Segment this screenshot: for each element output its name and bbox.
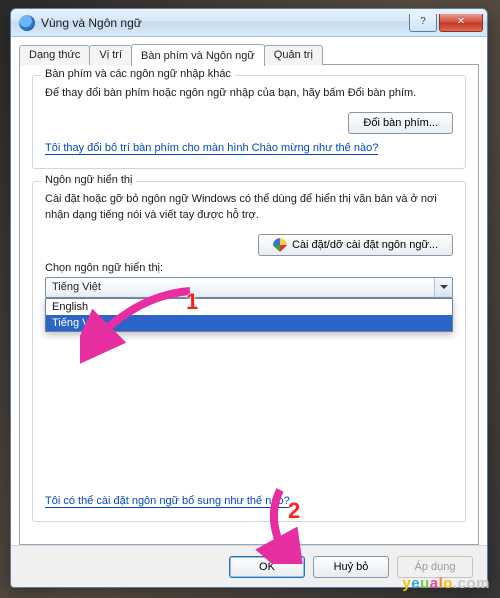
shield-icon — [273, 238, 287, 252]
choose-display-language-label: Chọn ngôn ngữ hiển thị: — [45, 262, 453, 274]
install-uninstall-label: Cài đặt/dỡ cài đặt ngôn ngữ... — [292, 239, 438, 251]
apply-button: Áp dụng — [397, 556, 473, 578]
tab-formats[interactable]: Dạng thức — [19, 45, 90, 65]
install-additional-languages-link[interactable]: Tôi có thể cài đặt ngôn ngữ bổ sung như … — [45, 495, 290, 508]
group-display-desc: Cài đặt hoặc gỡ bỏ ngôn ngữ Windows có t… — [45, 192, 453, 224]
region-language-dialog: Vùng và Ngôn ngữ ? ✕ Dạng thức Vị trí Bà… — [10, 8, 488, 588]
tab-location[interactable]: Vị trí — [89, 45, 132, 65]
display-language-dropdown: English Tiếng Việt — [45, 298, 453, 332]
group-keyboards-desc: Để thay đổi bàn phím hoặc ngôn ngữ nhập … — [45, 86, 453, 102]
group-keyboards-title: Bàn phím và các ngôn ngữ nhập khác — [41, 68, 235, 80]
keyboard-layout-help-link[interactable]: Tôi thay đổi bố trí bàn phím cho màn hìn… — [45, 142, 378, 155]
close-button[interactable]: ✕ — [439, 14, 483, 32]
window-title: Vùng và Ngôn ngữ — [41, 16, 407, 30]
titlebar[interactable]: Vùng và Ngôn ngữ ? ✕ — [11, 9, 487, 37]
group-display-title: Ngôn ngữ hiển thị — [41, 174, 136, 186]
change-keyboards-button[interactable]: Đổi bàn phím... — [348, 112, 453, 134]
install-uninstall-languages-button[interactable]: Cài đặt/dỡ cài đặt ngôn ngữ... — [258, 234, 453, 256]
ok-button[interactable]: OK — [229, 556, 305, 578]
tab-body: Bàn phím và các ngôn ngữ nhập khác Để th… — [19, 64, 479, 545]
display-language-combo[interactable]: Tiếng Việt English Tiếng Việt — [45, 277, 453, 298]
client-area: Dạng thức Vị trí Bàn phím và Ngôn ngữ Qu… — [11, 37, 487, 545]
help-button[interactable]: ? — [409, 14, 437, 32]
dropdown-item-english[interactable]: English — [46, 299, 452, 315]
tabstrip: Dạng thức Vị trí Bàn phím và Ngôn ngữ Qu… — [19, 43, 479, 65]
chevron-down-icon[interactable] — [434, 278, 452, 297]
cancel-button[interactable]: Huỷ bỏ — [313, 556, 389, 578]
group-keyboards: Bàn phím và các ngôn ngữ nhập khác Để th… — [32, 75, 466, 169]
window-buttons: ? ✕ — [407, 14, 483, 32]
group-display-language: Ngôn ngữ hiển thị Cài đặt hoặc gỡ bỏ ngô… — [32, 181, 466, 522]
globe-icon — [19, 15, 35, 31]
dialog-button-bar: OK Huỷ bỏ Áp dụng — [11, 545, 487, 587]
tab-keyboards-languages[interactable]: Bàn phím và Ngôn ngữ — [131, 44, 265, 66]
tab-administrative[interactable]: Quản trị — [264, 45, 323, 65]
help-icon: ? — [420, 17, 426, 27]
close-icon: ✕ — [457, 17, 465, 27]
change-keyboards-label: Đổi bàn phím... — [363, 117, 438, 129]
display-language-value[interactable]: Tiếng Việt — [45, 277, 453, 298]
dropdown-item-tieng-viet[interactable]: Tiếng Việt — [46, 315, 452, 331]
